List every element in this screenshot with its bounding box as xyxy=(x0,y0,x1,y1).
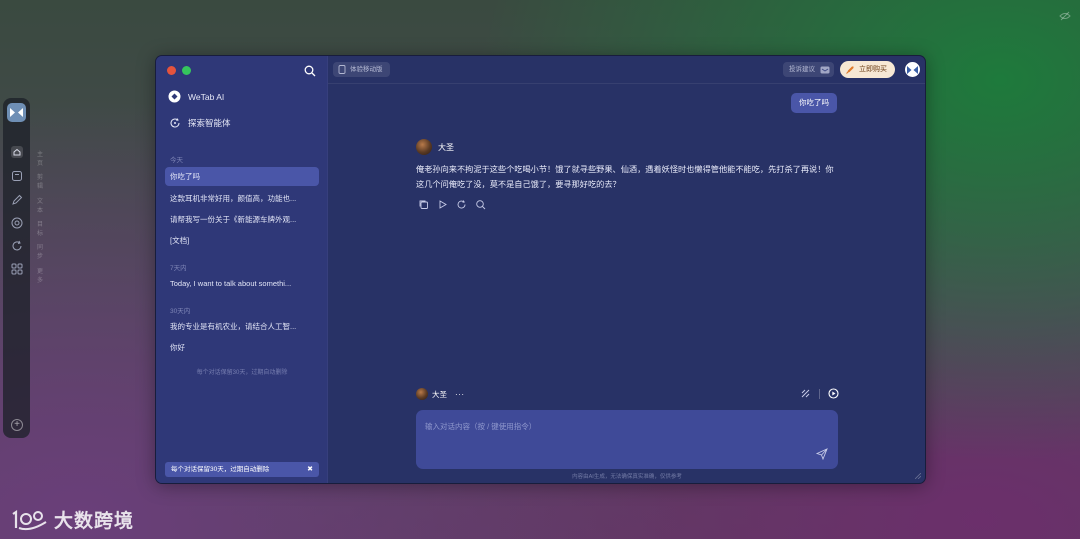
chat-history-item[interactable]: [文档] xyxy=(165,231,319,250)
play-icon[interactable] xyxy=(437,199,448,210)
buy-now-button[interactable]: 立即购买 xyxy=(840,61,895,78)
nav-wetab-ai[interactable]: WeTab AI xyxy=(168,90,224,103)
chat-history-item[interactable]: 我的专业是有机农业，请结合人工智... xyxy=(165,317,319,336)
divider xyxy=(819,388,820,399)
group-label-30days: 30天内 xyxy=(170,308,191,315)
bot-name: 大圣 xyxy=(438,142,454,152)
chat-history-item[interactable]: 你吃了吗 xyxy=(165,167,319,186)
buy-now-label: 立即购买 xyxy=(859,66,887,73)
search-icon[interactable] xyxy=(304,65,316,77)
banner-text: 每个对话保留30天，过期自动删除 xyxy=(171,466,270,473)
eye-off-icon[interactable] xyxy=(1058,9,1072,23)
new-chat-icon[interactable] xyxy=(828,388,839,399)
chat-history-item[interactable]: 请帮我写一份关于《新能源车牌外观... xyxy=(165,210,319,229)
user-message-bubble: 你吃了吗 xyxy=(791,93,837,113)
close-window-button[interactable] xyxy=(167,66,176,75)
refresh-icon[interactable] xyxy=(10,239,24,253)
chat-history-item[interactable]: 你好 xyxy=(165,338,319,357)
ai-disclaimer: 内容由AI生成，无法确保真实准确，仅供参考 xyxy=(572,474,682,480)
mail-icon xyxy=(820,66,830,73)
nav-label: 探索智能体 xyxy=(188,117,231,128)
chat-history-item[interactable]: Today, I want to talk about somethi... xyxy=(165,274,319,293)
chat-main: 体验移动版 投诉建议 立即购买 你吃了吗 大圣 俺老孙向来不拘泥于这些个吃喝小节… xyxy=(328,56,925,483)
dock-label: 主页 xyxy=(37,152,44,167)
side-dock: 主页 剪辑 文本 目标 同步 更多 + xyxy=(3,98,43,438)
watermark: 大数跨境 xyxy=(10,506,134,533)
search-icon[interactable] xyxy=(475,199,486,210)
nav-label: WeTab AI xyxy=(188,91,225,102)
wetab-logo-icon xyxy=(168,90,181,103)
dock-label: 更多 xyxy=(37,269,44,284)
close-icon[interactable]: ✖ xyxy=(307,462,313,477)
message-composer xyxy=(416,410,838,469)
dock-label: 同步 xyxy=(37,245,44,260)
rocket-icon xyxy=(846,66,854,74)
resize-handle-icon[interactable] xyxy=(915,473,921,479)
bot-message-header: 大圣 xyxy=(416,139,454,155)
dock-label: 目标 xyxy=(37,222,44,237)
bookmark-icon[interactable] xyxy=(10,169,24,183)
home-icon[interactable] xyxy=(10,145,24,159)
group-label-today: 今天 xyxy=(170,157,183,164)
message-input[interactable] xyxy=(425,419,805,433)
user-avatar[interactable] xyxy=(905,62,920,77)
message-actions xyxy=(418,199,486,210)
add-icon[interactable]: + xyxy=(11,419,23,431)
dock-label: 文本 xyxy=(37,199,44,214)
maximize-window-button[interactable] xyxy=(182,66,191,75)
retention-banner: 每个对话保留30天，过期自动删除 ✖ xyxy=(165,462,319,477)
group-label-7days: 7天内 xyxy=(170,265,187,272)
regenerate-icon[interactable] xyxy=(456,199,467,210)
dock-logo-icon[interactable] xyxy=(7,103,26,122)
bot-avatar xyxy=(416,139,432,155)
grid-icon[interactable] xyxy=(10,262,24,276)
agent-selector[interactable]: 大圣 ··· xyxy=(416,388,465,400)
nav-explore-agents[interactable]: 探索智能体 xyxy=(168,116,231,129)
chat-history-item[interactable]: 这款耳机非常好用，颜值高，功能也... xyxy=(165,189,319,208)
feedback-button[interactable]: 投诉建议 xyxy=(783,62,834,77)
dock-label: 剪辑 xyxy=(37,175,44,190)
composer-tools xyxy=(800,388,839,399)
retention-note: 每个对话保留30天，过期自动删除 xyxy=(196,370,288,376)
copy-icon[interactable] xyxy=(418,199,429,210)
edit-icon[interactable] xyxy=(10,193,24,207)
mobile-version-label: 体验移动版 xyxy=(350,66,383,73)
mobile-version-button[interactable]: 体验移动版 xyxy=(333,62,390,77)
clear-context-icon[interactable] xyxy=(800,388,811,399)
agent-name: 大圣 xyxy=(432,389,447,399)
send-icon[interactable] xyxy=(816,448,828,460)
watermark-text: 大数跨境 xyxy=(54,511,135,532)
sidebar: WeTab AI 探索智能体 今天 你吃了吗 这款耳机非常好用，颜值高，功能也.… xyxy=(156,56,328,483)
watermark-logo-icon xyxy=(12,509,47,530)
phone-icon xyxy=(338,65,346,74)
feedback-label: 投诉建议 xyxy=(789,66,815,73)
agent-avatar xyxy=(416,388,428,400)
target-icon[interactable] xyxy=(10,216,24,230)
more-options-icon[interactable]: ··· xyxy=(455,390,465,399)
wetab-ai-window: WeTab AI 探索智能体 今天 你吃了吗 这款耳机非常好用，颜值高，功能也.… xyxy=(155,55,926,484)
explore-icon xyxy=(168,116,181,129)
bot-message-text: 俺老孙向来不拘泥于这些个吃喝小节！饿了就寻些野果、仙酒，遇着妖怪时也懒得管他能不… xyxy=(416,165,834,189)
wetab-avatar-icon xyxy=(907,65,918,74)
top-bar: 体验移动版 投诉建议 立即购买 xyxy=(328,56,925,84)
